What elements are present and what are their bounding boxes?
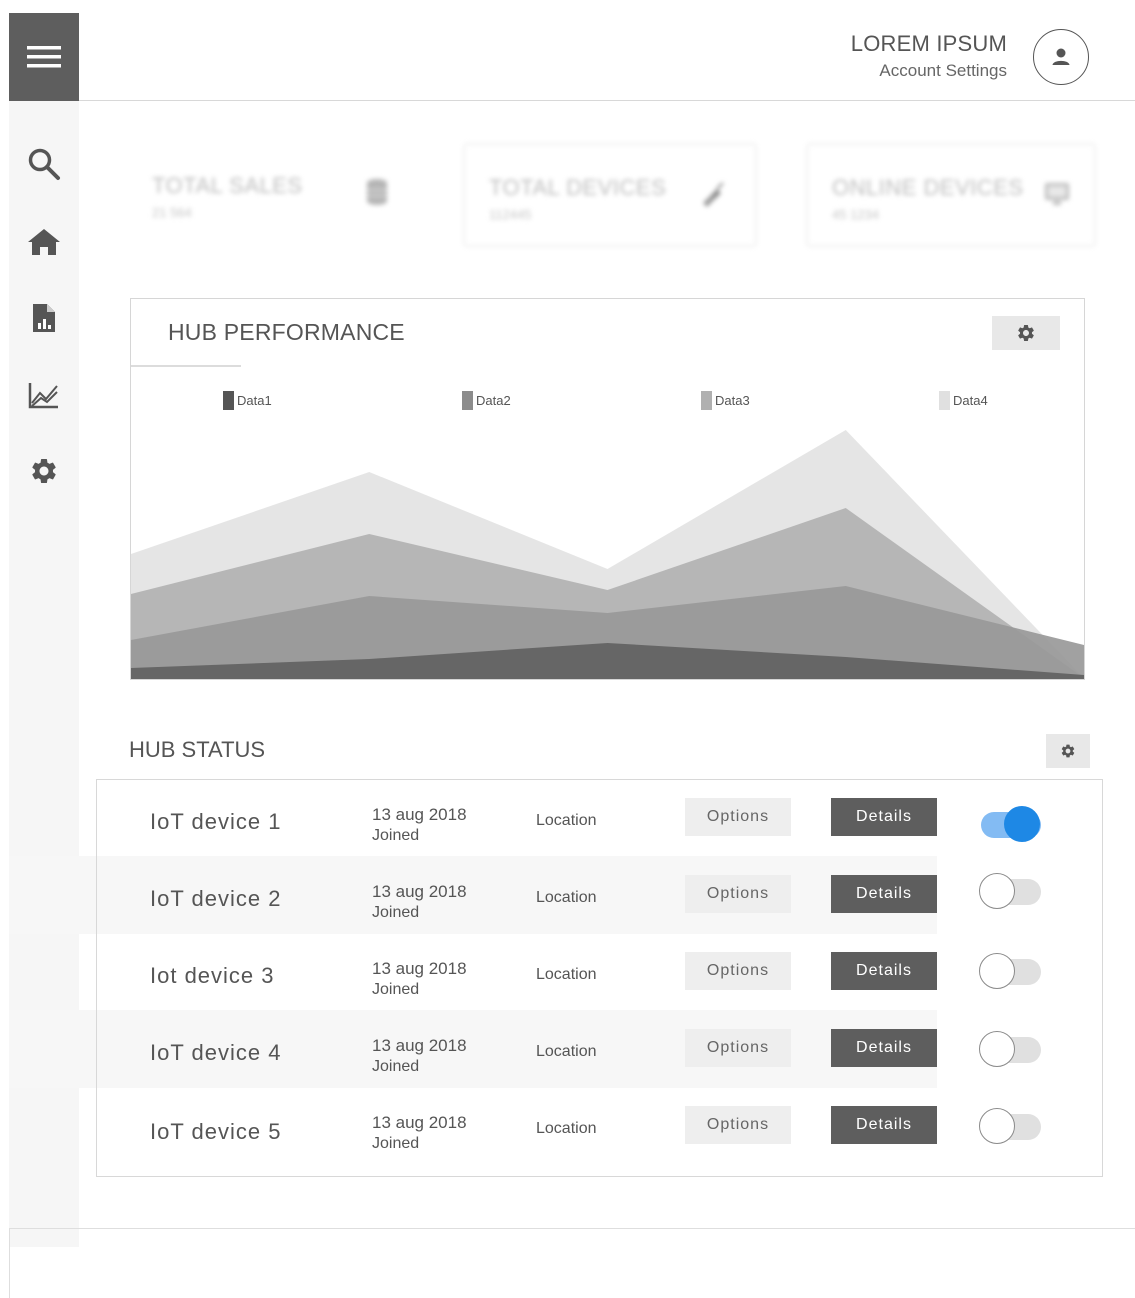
kpi-value: 21 564 <box>152 205 192 220</box>
gear-icon <box>32 459 56 483</box>
user-name[interactable]: LOREM IPSUM <box>851 31 1007 57</box>
kpi-value: 112445 <box>489 207 532 222</box>
analytics-icon <box>28 383 58 409</box>
details-button[interactable]: Details <box>831 875 937 913</box>
title-underline <box>131 365 241 367</box>
options-button[interactable]: Options <box>685 1106 791 1144</box>
user-icon <box>1052 48 1070 65</box>
header-divider <box>79 100 1135 101</box>
details-button[interactable]: Details <box>831 1106 937 1144</box>
legend-swatch <box>223 391 234 410</box>
footer-divider <box>9 1228 1135 1229</box>
legend-item-data4: Data4 <box>939 391 988 410</box>
legend-label: Data3 <box>715 393 750 408</box>
joined-label: Joined <box>372 904 420 921</box>
legend-label: Data4 <box>953 393 988 408</box>
legend-item-data2: Data2 <box>462 391 511 410</box>
database-icon <box>367 179 387 205</box>
toggle-knob <box>1004 806 1040 842</box>
location-label: Location <box>536 1120 597 1137</box>
legend-swatch <box>701 391 712 410</box>
location-label: Location <box>536 966 597 983</box>
options-button[interactable]: Options <box>685 952 791 990</box>
home-icon <box>28 229 60 255</box>
kpi-title: TOTAL SALES <box>152 173 303 198</box>
sidebar-item-reports[interactable] <box>9 298 79 338</box>
page-edge <box>9 1228 10 1298</box>
hub-performance-title: HUB PERFORMANCE <box>168 319 405 345</box>
device-toggle[interactable] <box>979 804 1043 844</box>
legend-item-data1: Data1 <box>223 391 272 410</box>
legend-label: Data1 <box>237 393 272 408</box>
device-name: IoT device 5 <box>150 1119 282 1144</box>
toggle-knob <box>979 953 1015 989</box>
joined-label: Joined <box>372 1135 420 1152</box>
toggle-knob <box>979 1031 1015 1067</box>
kpi-title: TOTAL DEVICES <box>489 175 667 200</box>
toggle-knob <box>979 1108 1015 1144</box>
joined-label: Joined <box>372 827 420 844</box>
location-label: Location <box>536 1043 597 1060</box>
options-button[interactable]: Options <box>685 875 791 913</box>
chart-settings-button[interactable] <box>992 316 1060 350</box>
avatar[interactable] <box>1033 29 1089 85</box>
legend-swatch <box>462 391 473 410</box>
kpi-card-online-devices: ONLINE DEVICES 45 1234 <box>806 143 1096 247</box>
sidebar-item-home[interactable] <box>9 222 79 262</box>
joined-date: 13 aug 2018 <box>372 1036 467 1055</box>
joined-label: Joined <box>372 1058 420 1075</box>
legend-item-data3: Data3 <box>701 391 750 410</box>
device-toggle[interactable] <box>979 871 1043 911</box>
device-name: IoT device 1 <box>150 809 282 834</box>
location-label: Location <box>536 812 597 829</box>
sidebar-item-settings[interactable] <box>9 451 79 491</box>
details-button[interactable]: Details <box>831 798 937 836</box>
report-icon <box>33 304 55 332</box>
plug-icon <box>703 182 724 207</box>
kpi-card-total-devices: TOTAL DEVICES 112445 <box>463 143 757 247</box>
joined-date: 13 aug 2018 <box>372 805 467 824</box>
legend-swatch <box>939 391 950 410</box>
search-icon <box>28 148 60 180</box>
device-toggle[interactable] <box>979 1106 1043 1146</box>
hub-status-title: HUB STATUS <box>129 737 266 762</box>
hub-performance-card <box>130 298 1085 680</box>
details-button[interactable]: Details <box>831 1029 937 1067</box>
toggle-knob <box>979 873 1015 909</box>
kpi-value: 45 1234 <box>832 207 879 222</box>
joined-date: 13 aug 2018 <box>372 959 467 978</box>
device-toggle[interactable] <box>979 1029 1043 1069</box>
joined-date: 13 aug 2018 <box>372 1113 467 1132</box>
sidebar-item-analytics[interactable] <box>9 375 79 415</box>
device-name: IoT device 2 <box>150 886 282 911</box>
monitor-icon <box>1045 183 1069 205</box>
kpi-title: ONLINE DEVICES <box>832 175 1024 200</box>
legend-label: Data2 <box>476 393 511 408</box>
gear-icon <box>1061 744 1075 758</box>
device-name: Iot device 3 <box>150 963 275 988</box>
status-settings-button[interactable] <box>1046 734 1090 768</box>
location-label: Location <box>536 889 597 906</box>
hub-performance-chart <box>131 430 1084 679</box>
options-button[interactable]: Options <box>685 798 791 836</box>
joined-label: Joined <box>372 981 420 998</box>
menu-icon <box>27 46 61 68</box>
kpi-card-total-sales: TOTAL SALES 21 564 <box>128 143 428 243</box>
details-button[interactable]: Details <box>831 952 937 990</box>
account-settings-link[interactable]: Account Settings <box>879 61 1007 81</box>
options-button[interactable]: Options <box>685 1029 791 1067</box>
device-name: IoT device 4 <box>150 1040 282 1065</box>
menu-button[interactable] <box>9 13 79 101</box>
device-toggle[interactable] <box>979 951 1043 991</box>
sidebar-item-search[interactable] <box>9 144 79 184</box>
joined-date: 13 aug 2018 <box>372 882 467 901</box>
gear-icon <box>1018 325 1034 341</box>
